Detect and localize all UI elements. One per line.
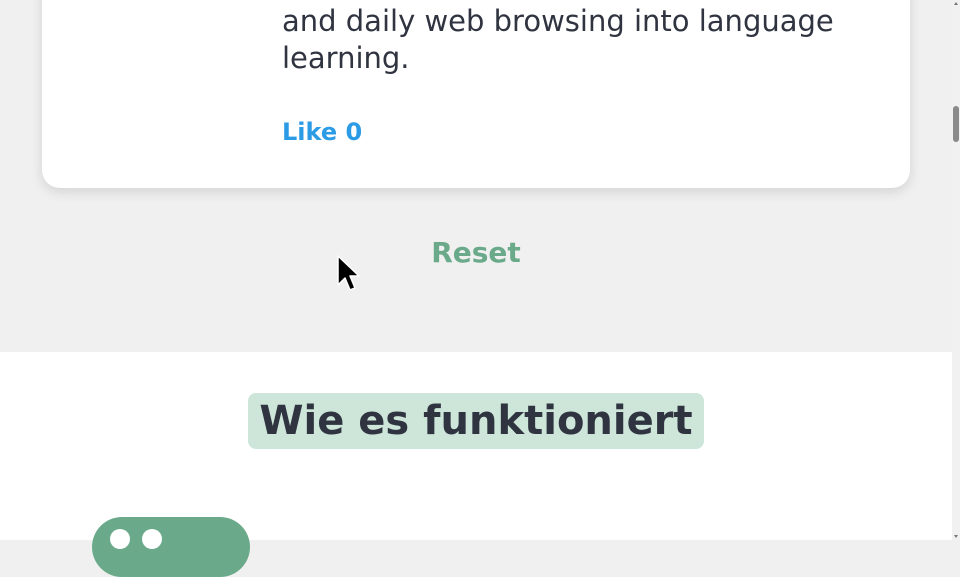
chat-dot (142, 529, 162, 549)
reset-button[interactable]: Reset (376, 232, 576, 272)
like-button[interactable]: Like 0 (282, 118, 362, 146)
section-title: Wie es funktioniert (248, 393, 704, 449)
top-section: Turn aimless social media procrastinatio… (0, 0, 952, 352)
feature-card: Turn aimless social media procrastinatio… (42, 0, 910, 188)
card-description: Turn aimless social media procrastinatio… (282, 0, 883, 75)
scroll-down-arrow-icon[interactable] (954, 535, 958, 538)
chat-dot (110, 529, 130, 549)
scroll-up-arrow-icon[interactable] (954, 2, 958, 5)
how-it-works-section: Wie es funktioniert (0, 352, 952, 577)
scrollbar-thumb[interactable] (953, 106, 959, 142)
chat-bubble-icon (92, 517, 250, 577)
scrollbar[interactable] (952, 0, 960, 540)
